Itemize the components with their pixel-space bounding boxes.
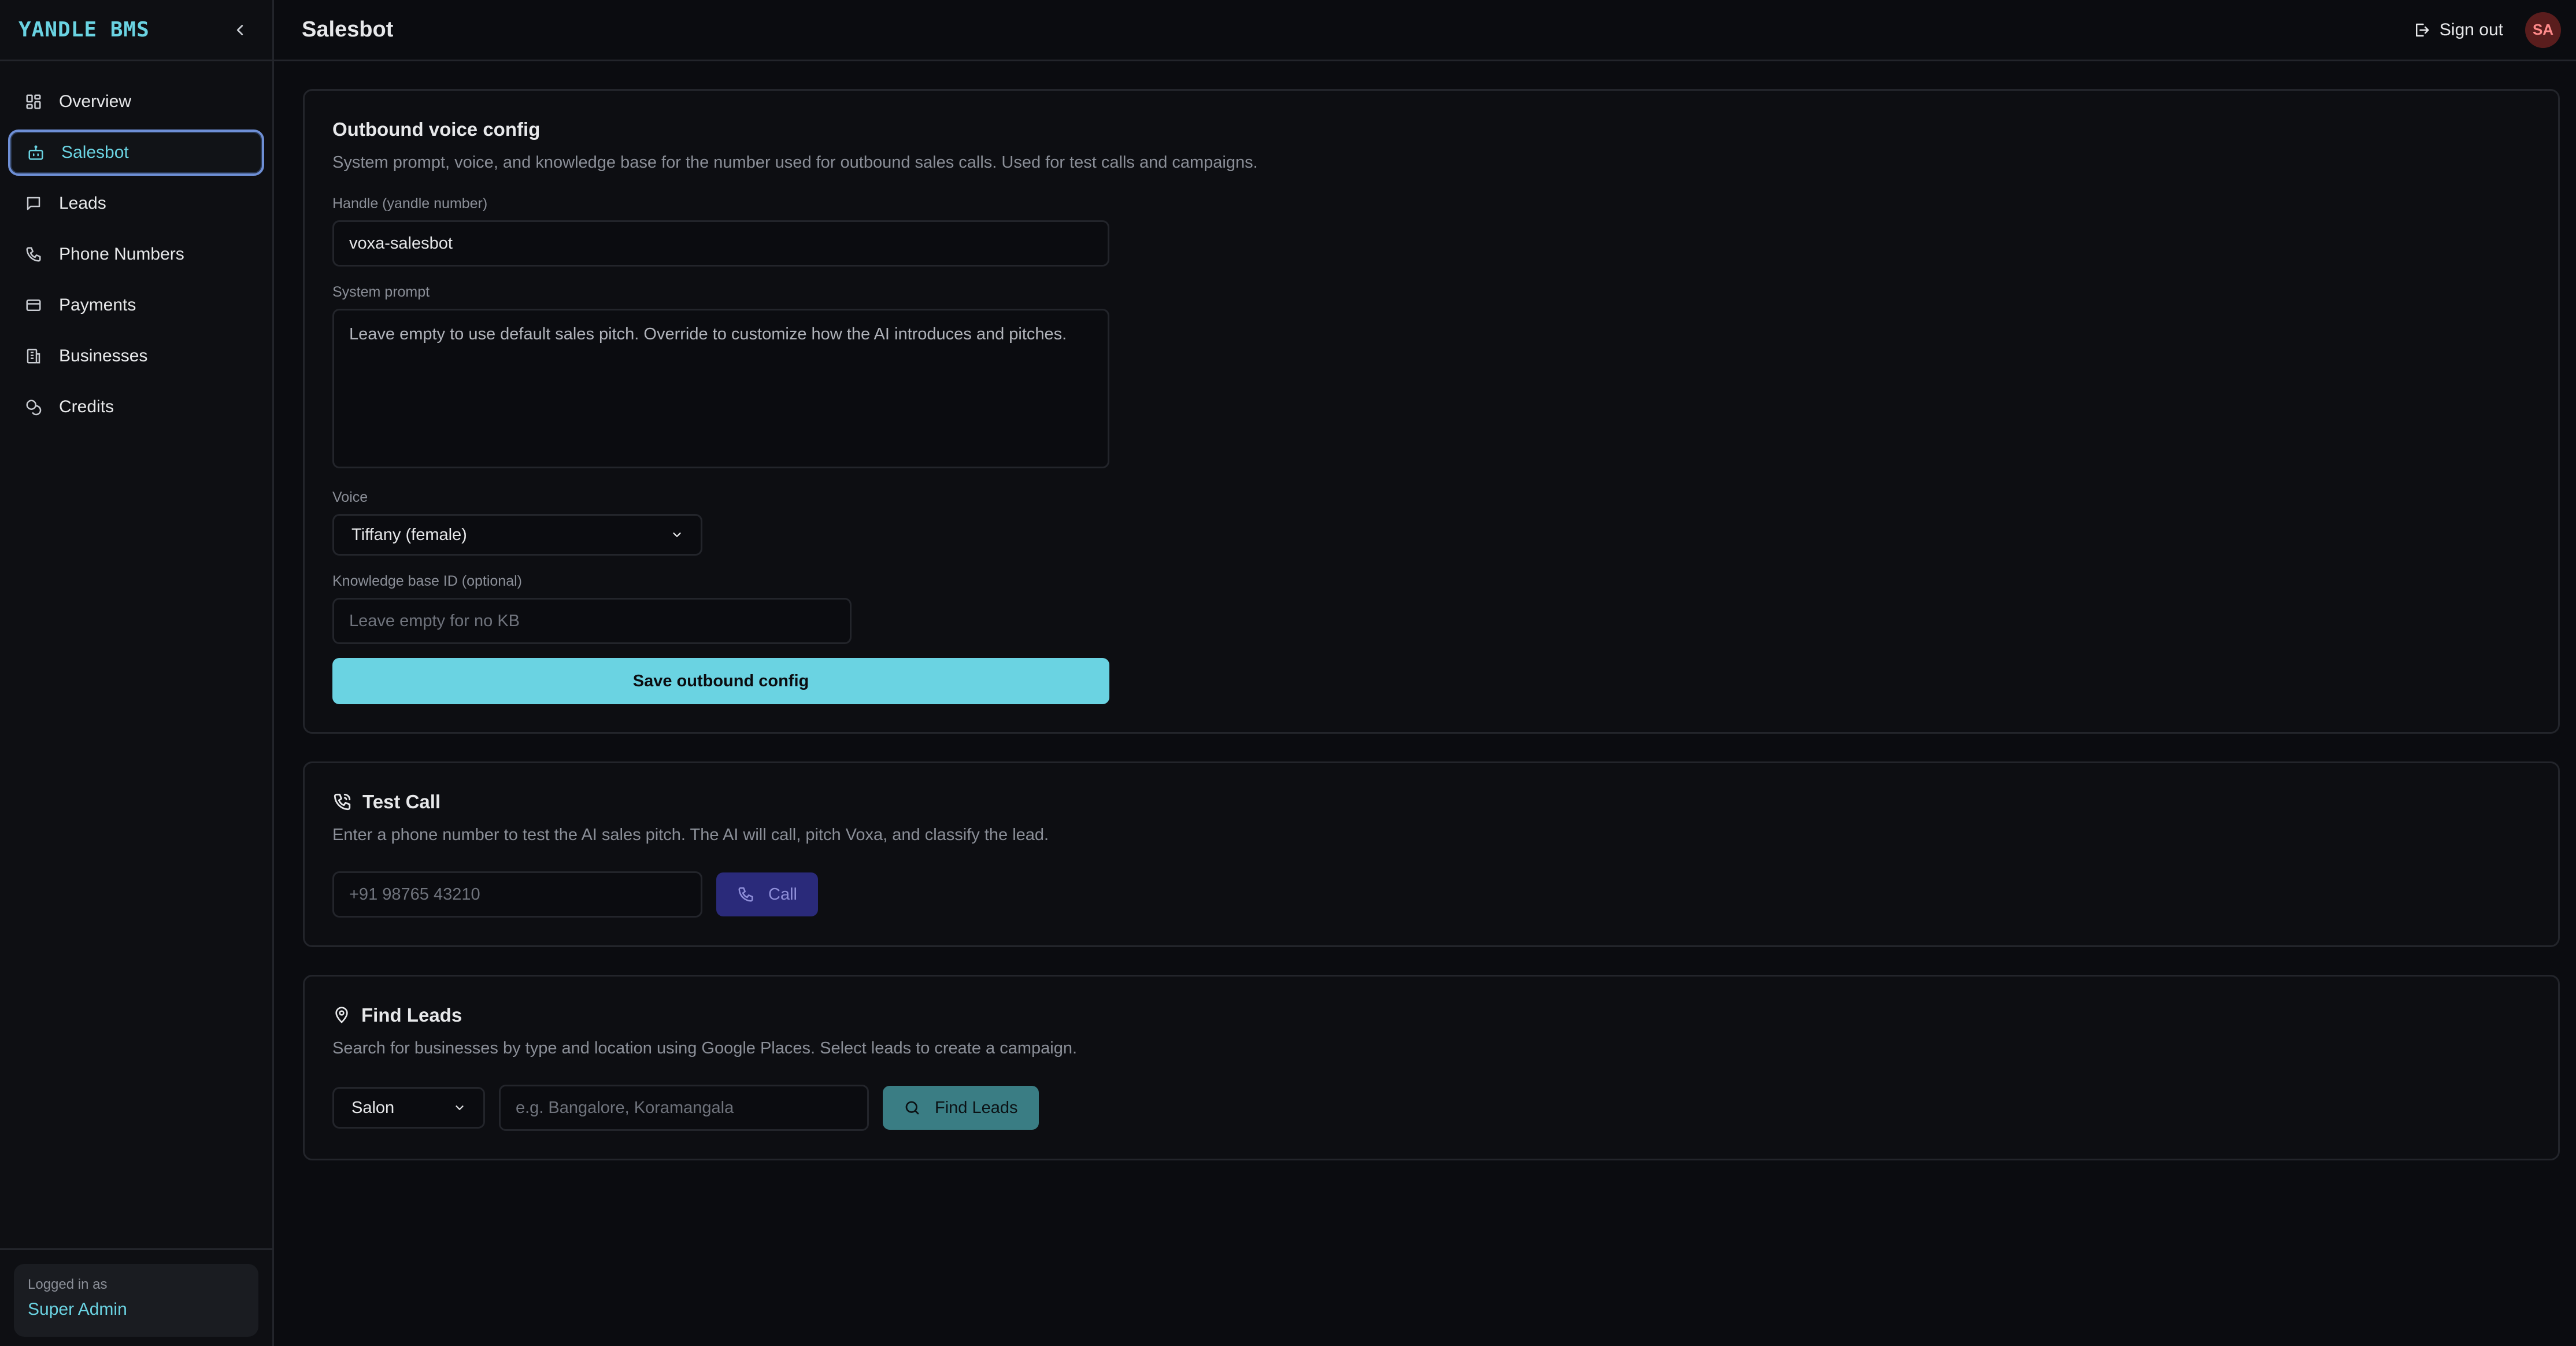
coins-icon (23, 397, 44, 417)
sidebar-item-label: Businesses (59, 346, 148, 365)
test-call-row: Call (332, 871, 2530, 918)
test-call-card: Test Call Enter a phone number to test t… (303, 761, 2560, 947)
sidebar-item-label: Payments (59, 295, 136, 315)
logged-in-caption: Logged in as (28, 1277, 108, 1292)
find-leads-button[interactable]: Find Leads (883, 1086, 1039, 1130)
brand-logo[interactable]: YANDLE BMS (18, 18, 150, 42)
outbound-config-desc: System prompt, voice, and knowledge base… (332, 153, 1258, 172)
sidebar-item-leads[interactable]: Leads (8, 180, 264, 227)
sign-out-label: Sign out (2439, 20, 2503, 39)
search-icon (905, 1101, 919, 1115)
save-outbound-config-button[interactable]: Save outbound config (332, 658, 1109, 704)
bot-icon (25, 142, 46, 163)
sidebar-item-label: Phone Numbers (59, 245, 184, 264)
test-call-header: Test Call (332, 791, 2530, 813)
location-input[interactable] (499, 1085, 869, 1131)
test-call-desc: Enter a phone number to test the AI sale… (332, 826, 1049, 844)
voice-select[interactable]: Tiffany (female) (332, 514, 702, 556)
sign-out-button[interactable]: Sign out (2413, 20, 2503, 40)
card-icon (23, 295, 44, 316)
sidebar-item-label: Leads (59, 194, 106, 213)
business-type-value: Salon (351, 1098, 395, 1117)
test-phone-input[interactable] (332, 871, 702, 918)
chevron-down-icon (456, 1105, 464, 1110)
sidebar-item-label: Salesbot (61, 143, 129, 162)
sign-out-icon (2415, 23, 2429, 36)
chevron-down-icon (673, 533, 681, 537)
voice-label: Voice (332, 489, 368, 505)
sidebar-footer: Logged in as Super Admin (0, 1248, 272, 1346)
collapse-sidebar-button[interactable] (230, 20, 250, 40)
main-area: Salesbot Sign out SA Outbound voice conf… (274, 0, 2576, 1346)
map-pin-icon (335, 1007, 348, 1023)
handle-input[interactable]: voxa-salesbot (332, 220, 1109, 267)
outbound-config-card: Outbound voice config System prompt, voi… (303, 89, 2560, 734)
user-card: Logged in as Super Admin (14, 1264, 258, 1337)
find-leads-button-label: Find Leads (935, 1098, 1018, 1117)
sidebar-item-label: Credits (59, 397, 114, 416)
avatar[interactable]: SA (2525, 12, 2561, 48)
test-call-title: Test Call (362, 791, 441, 812)
kb-input[interactable] (332, 598, 852, 644)
sidebar-item-payments[interactable]: Payments (8, 282, 264, 328)
topbar: Salesbot Sign out SA (274, 0, 2576, 61)
sidebar-item-label: Overview (59, 92, 132, 111)
voice-selected-value: Tiffany (female) (351, 525, 467, 544)
sidebar-item-credits[interactable]: Credits (8, 384, 264, 430)
sidebar-item-businesses[interactable]: Businesses (8, 333, 264, 379)
phone-icon (738, 887, 753, 902)
grid-icon (23, 91, 44, 112)
chat-icon (23, 193, 44, 214)
app-root: YANDLE BMS Overview Salesbot Leads Phone… (0, 0, 2576, 1346)
content: Outbound voice config System prompt, voi… (274, 61, 2576, 1188)
find-leads-card: Find Leads Search for businesses by type… (303, 975, 2560, 1160)
find-leads-header: Find Leads (332, 1004, 2530, 1026)
call-button-label: Call (768, 885, 797, 904)
outbound-config-title: Outbound voice config (332, 119, 541, 140)
find-leads-desc: Search for businesses by type and locati… (332, 1039, 1078, 1057)
user-name: Super Admin (28, 1300, 127, 1319)
phone-icon (23, 244, 44, 265)
topbar-actions: Sign out SA (2413, 12, 2561, 48)
chevron-left-icon (236, 24, 243, 35)
page-title: Salesbot (302, 17, 394, 42)
sidebar-item-salesbot[interactable]: Salesbot (8, 130, 264, 176)
find-leads-title: Find Leads (361, 1004, 462, 1026)
call-button[interactable]: Call (716, 872, 818, 916)
sidebar-item-phone-numbers[interactable]: Phone Numbers (8, 231, 264, 278)
sidebar-header: YANDLE BMS (0, 0, 272, 61)
find-leads-row: Salon Find Leads (332, 1085, 2530, 1131)
sidebar: YANDLE BMS Overview Salesbot Leads Phone… (0, 0, 274, 1346)
system-prompt-textarea[interactable] (332, 309, 1109, 468)
kb-label: Knowledge base ID (optional) (332, 573, 522, 589)
phone-call-icon (334, 793, 351, 811)
system-prompt-label: System prompt (332, 284, 430, 300)
business-type-select[interactable]: Salon (332, 1087, 485, 1129)
handle-label: Handle (yandle number) (332, 195, 488, 212)
sidebar-item-overview[interactable]: Overview (8, 79, 264, 125)
building-icon (23, 346, 44, 367)
sidebar-nav: Overview Salesbot Leads Phone Numbers Pa… (0, 61, 272, 452)
